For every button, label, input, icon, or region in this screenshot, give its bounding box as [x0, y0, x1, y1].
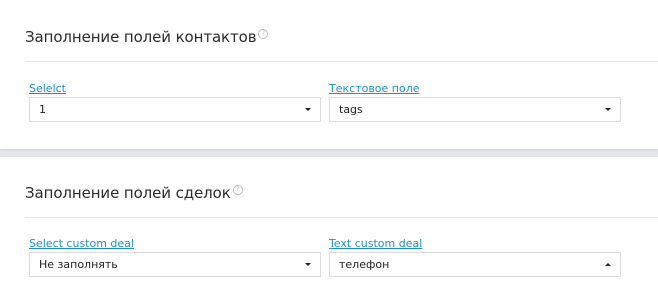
chevron-down-icon: [605, 108, 611, 111]
text-custom-deal-value: телефон: [339, 258, 390, 271]
deals-fields-card: Заполнение полей сделок? Select custom d…: [0, 157, 658, 305]
text-field-label[interactable]: Текстовое поле: [329, 82, 420, 95]
select-custom-deal-label[interactable]: Select custom deal: [29, 237, 134, 250]
select-custom-deal-dropdown[interactable]: Не заполнять: [29, 252, 321, 277]
select-field-label[interactable]: Selelct: [29, 82, 66, 95]
select-field-value: 1: [39, 103, 46, 116]
chevron-up-icon: [605, 263, 611, 266]
deals-title-text: Заполнение полей сделок: [25, 184, 231, 202]
text-custom-deal-label[interactable]: Text custom deal: [329, 237, 422, 250]
help-icon[interactable]: ?: [258, 29, 269, 39]
chevron-down-icon: [305, 263, 311, 266]
text-field-dropdown[interactable]: tags: [329, 97, 621, 122]
contacts-section-title: Заполнение полей контактов?: [25, 28, 269, 46]
contacts-fields-card: Заполнение полей контактов? Selelct 1 Те…: [0, 0, 658, 149]
text-custom-deal-dropdown[interactable]: телефон: [329, 252, 621, 277]
deals-section-title: Заполнение полей сделок?: [25, 184, 243, 202]
deals-divider: [25, 217, 658, 218]
text-field-value: tags: [339, 103, 363, 116]
help-icon[interactable]: ?: [232, 185, 243, 195]
select-field-dropdown[interactable]: 1: [29, 97, 321, 122]
contacts-title-text: Заполнение полей контактов: [25, 28, 257, 46]
contacts-divider: [25, 61, 658, 62]
chevron-down-icon: [305, 108, 311, 111]
select-custom-deal-value: Не заполнять: [39, 258, 118, 271]
